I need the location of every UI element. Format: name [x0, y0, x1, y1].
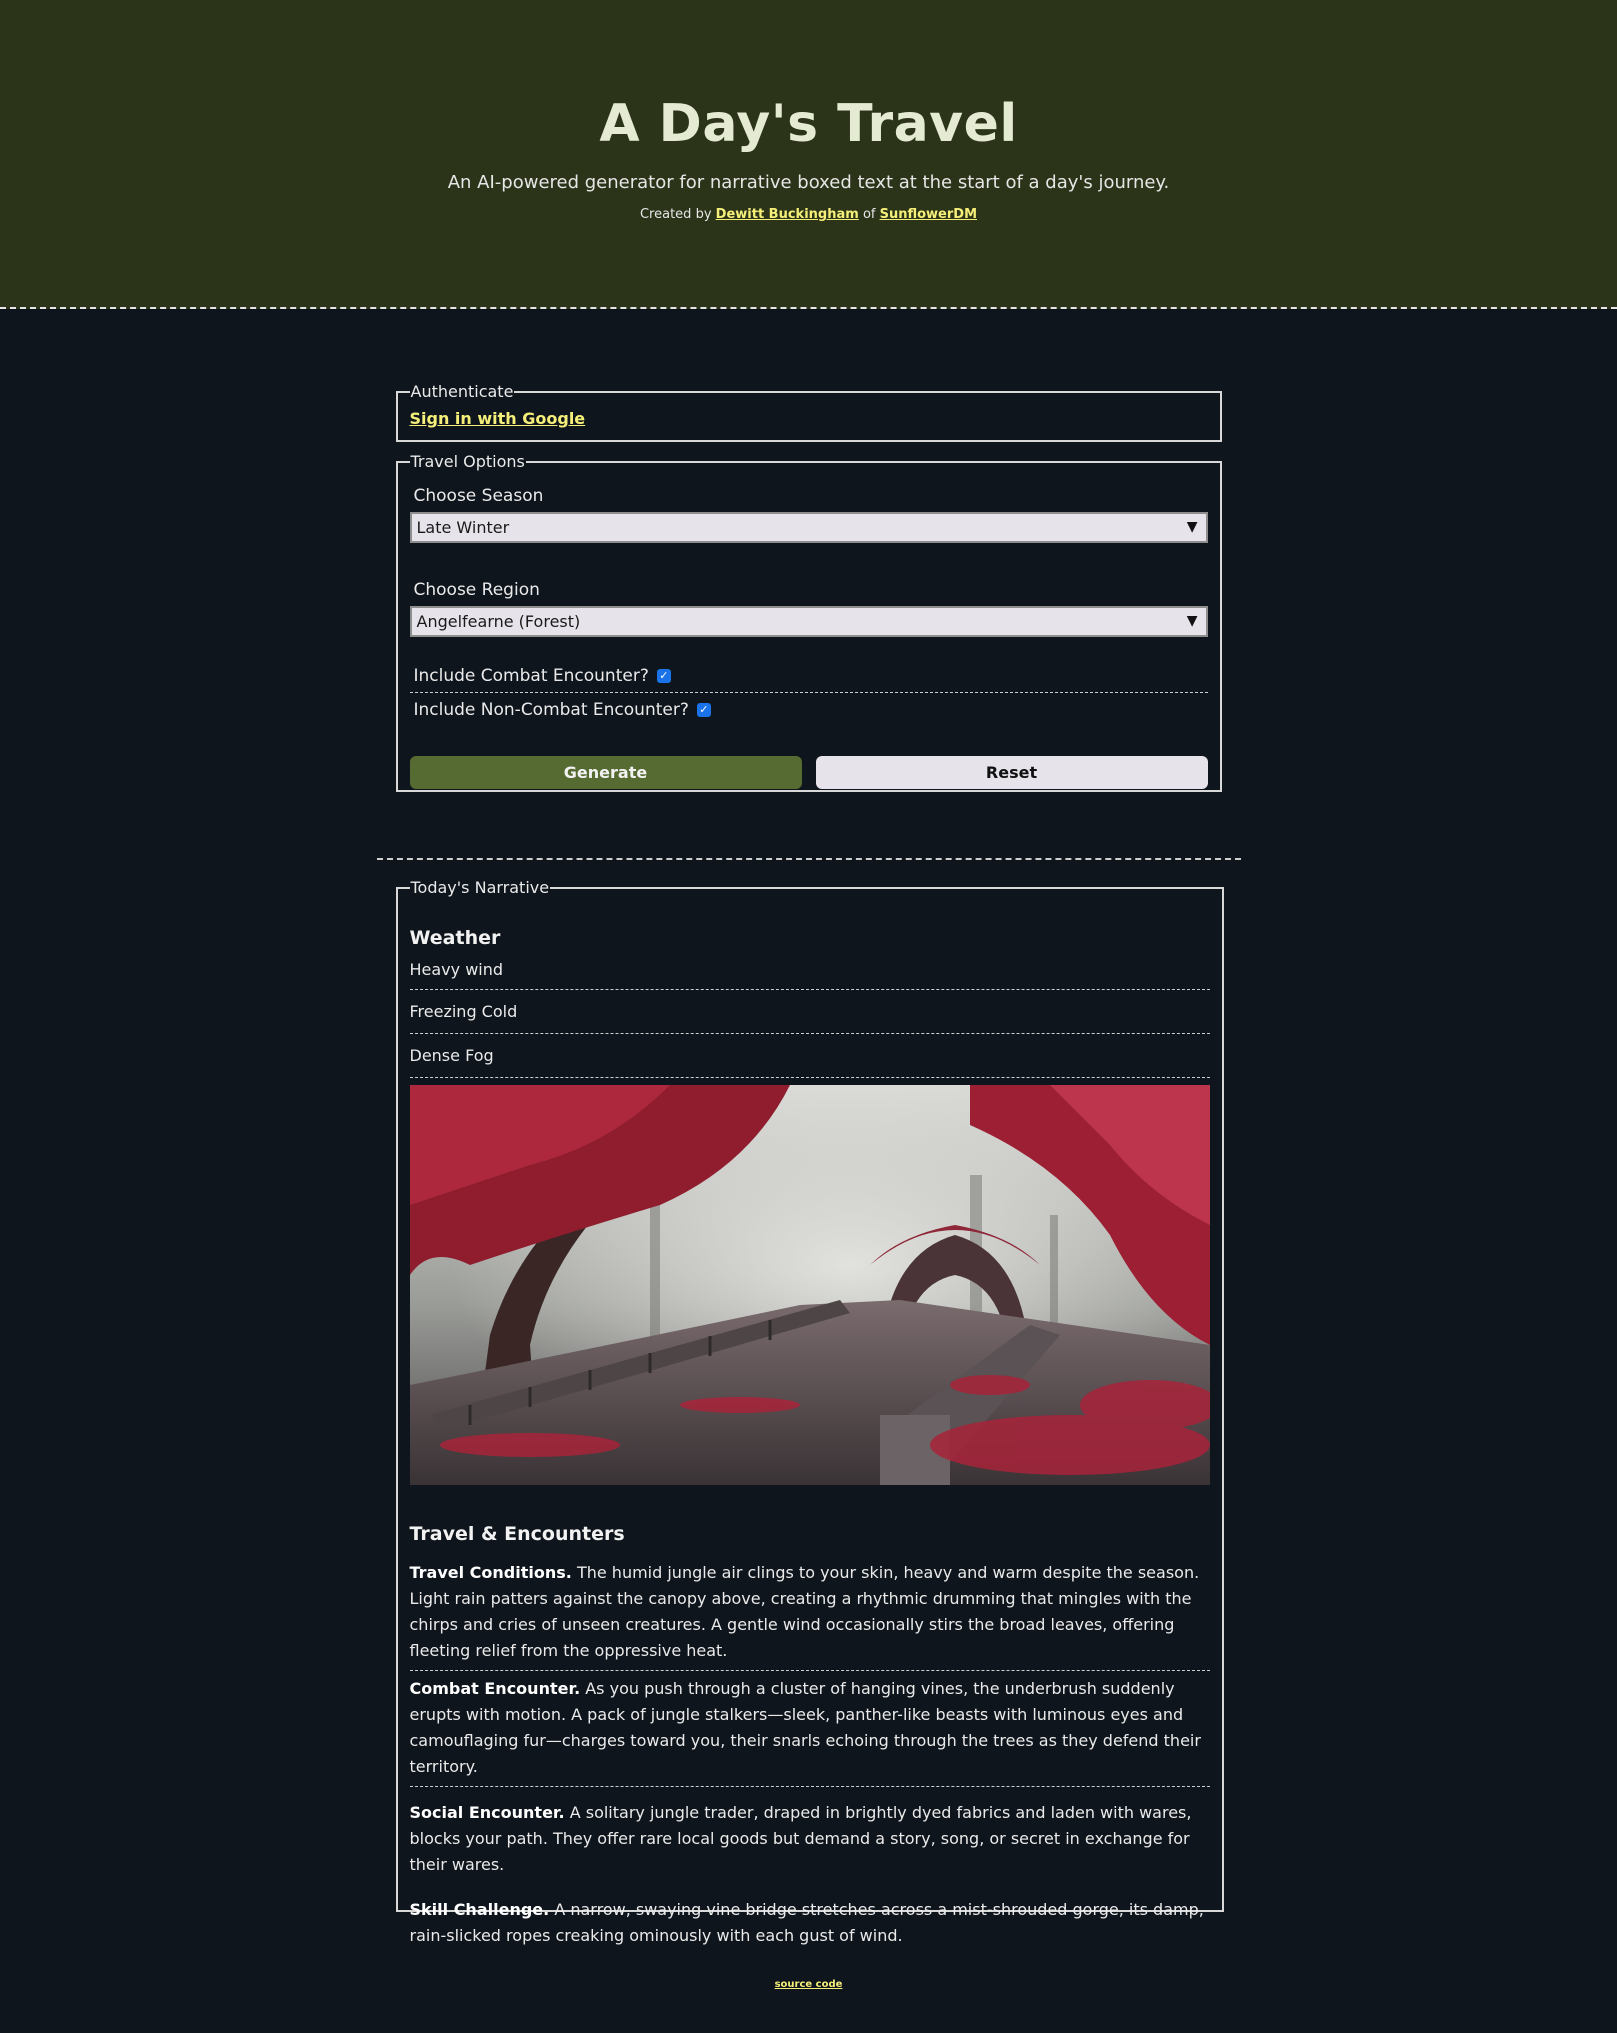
triangle-down-icon: ▼ — [1186, 613, 1198, 629]
narrative-entry: Travel Conditions. The humid jungle air … — [409, 1555, 1210, 1671]
combat-checkbox[interactable]: ✓ — [656, 668, 671, 683]
noncombat-option: Include Non-Combat Encounter? ✓ — [410, 693, 1208, 726]
travel-options-legend: Travel Options — [410, 452, 525, 471]
credits-prefix: Created by — [639, 207, 712, 222]
narrative-legend: Today's Narrative — [410, 878, 550, 897]
main-content: Authenticate Sign in with Google Travel … — [376, 382, 1241, 1990]
google-sign-in-link[interactable]: Sign in with Google — [410, 409, 586, 428]
triangle-down-icon: ▼ — [1186, 519, 1198, 535]
travel-options-panel: Travel Options Choose Season Late Winter… — [395, 452, 1222, 792]
season-value: Late Winter — [416, 518, 510, 537]
weather-item: Freezing Cold — [409, 990, 1210, 1034]
season-label: Choose Season — [413, 486, 544, 506]
page-title: A Day's Travel — [599, 94, 1018, 154]
credits-middle: of — [862, 207, 876, 222]
travel-heading: Travel & Encounters — [409, 1523, 625, 1545]
authenticate-panel: Authenticate Sign in with Google — [395, 382, 1222, 442]
reset-button[interactable]: Reset — [815, 756, 1208, 789]
credits: Created by Dewitt Buckingham of Sunflowe… — [0, 207, 1617, 222]
weather-heading: Weather — [409, 927, 501, 949]
narrative-entry: Combat Encounter. As you push through a … — [409, 1671, 1210, 1787]
narrative-entry: Skill Challenge. A narrow, swaying vine … — [410, 1892, 1210, 1955]
source-code-link[interactable]: source code — [775, 1979, 843, 1990]
weather-item: Dense Fog — [409, 1034, 1210, 1078]
entry-label: Skill Challenge. — [409, 1900, 550, 1919]
narrative-entry: Social Encounter. A solitary jungle trad… — [410, 1795, 1210, 1884]
combat-label: Include Combat Encounter? — [413, 665, 649, 686]
org-link[interactable]: SunflowerDM — [880, 207, 977, 222]
site-header: A Day's Travel An AI-powered generator f… — [0, 0, 1617, 309]
region-value: Angelfearne (Forest) — [416, 612, 581, 631]
authenticate-legend: Authenticate — [410, 382, 514, 401]
site-footer: source code — [396, 1979, 1222, 1990]
author-link[interactable]: Dewitt Buckingham — [716, 207, 859, 222]
weather-item: Heavy wind — [409, 949, 1210, 990]
region-label: Choose Region — [413, 580, 540, 600]
section-divider — [376, 858, 1241, 860]
noncombat-label: Include Non-Combat Encounter? — [413, 699, 689, 720]
tagline: An AI-powered generator for narrative bo… — [447, 172, 1170, 193]
region-select[interactable]: Angelfearne (Forest) ▼ — [409, 606, 1208, 637]
season-select[interactable]: Late Winter ▼ — [409, 512, 1208, 543]
action-buttons: Generate Reset — [409, 756, 1208, 789]
noncombat-checkbox[interactable]: ✓ — [696, 702, 711, 717]
scene-image — [409, 1085, 1210, 1485]
combat-option: Include Combat Encounter? ✓ — [409, 659, 1208, 693]
narrative-panel: Today's Narrative Weather Heavy wind Fre… — [395, 878, 1224, 1945]
entry-label: Travel Conditions. — [409, 1563, 572, 1582]
entry-label: Social Encounter. — [409, 1803, 565, 1822]
generate-button[interactable]: Generate — [409, 756, 802, 789]
entry-label: Combat Encounter. — [409, 1679, 581, 1698]
